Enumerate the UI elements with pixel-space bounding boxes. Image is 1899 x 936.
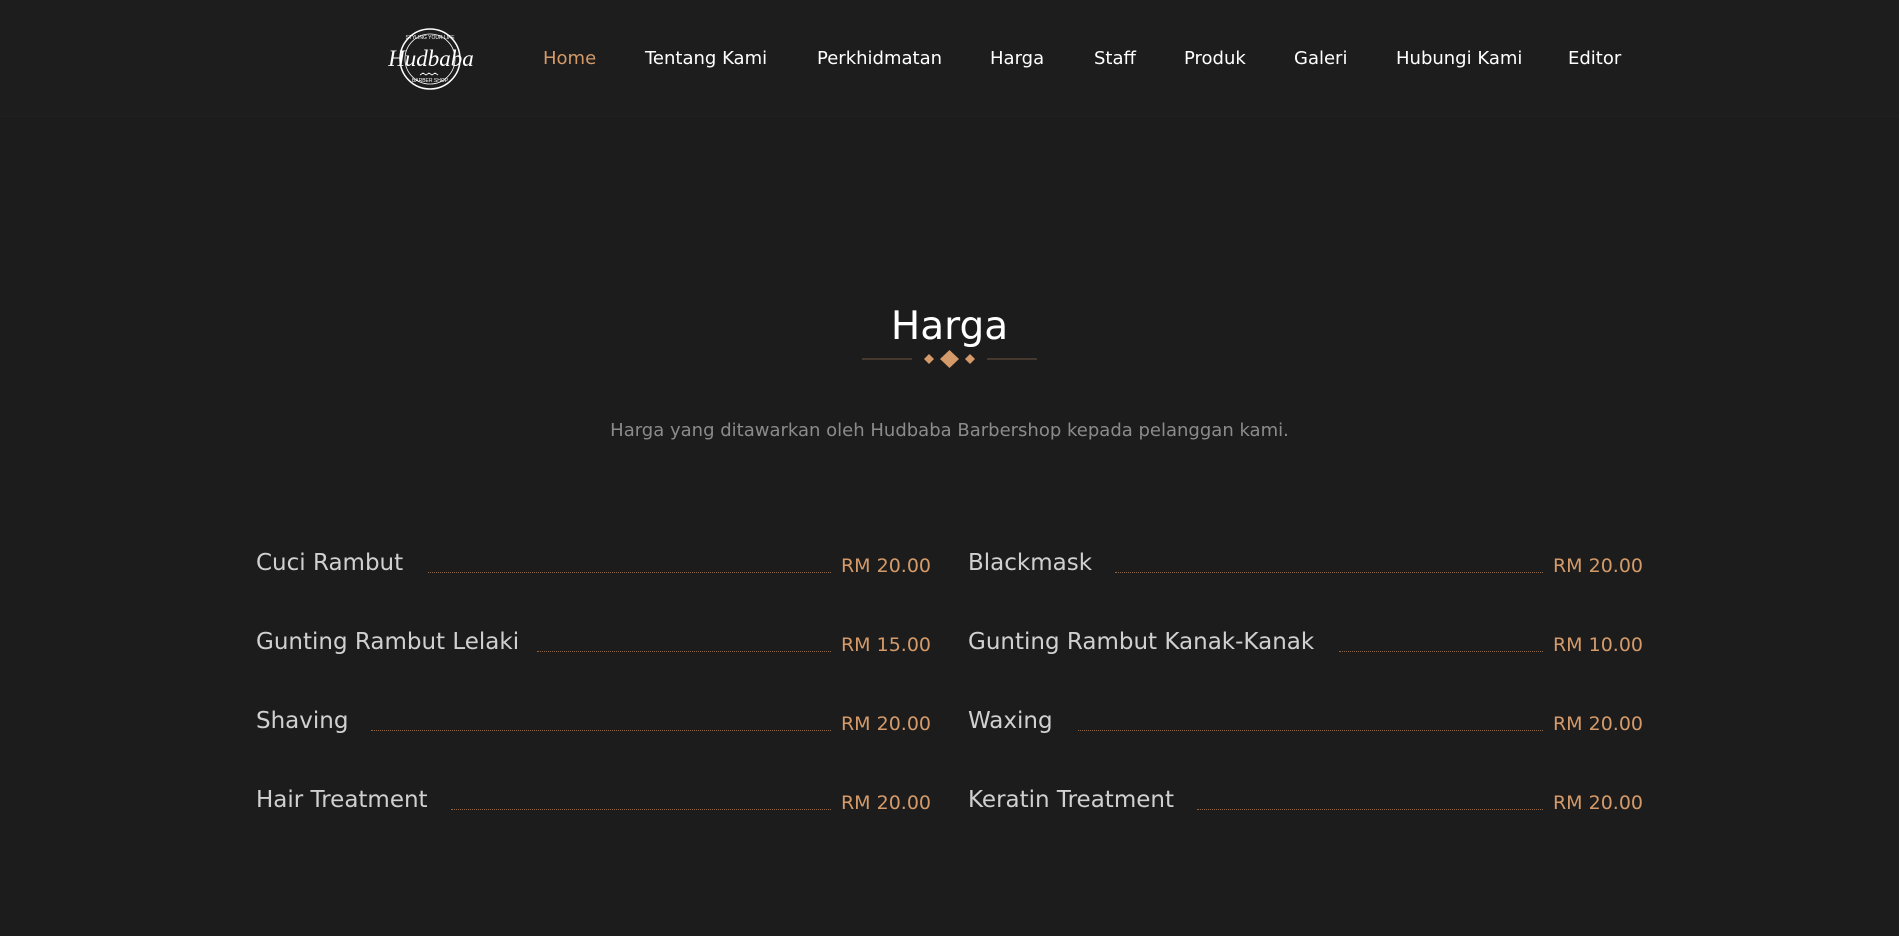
price-value: RM 20.00 [840,713,931,735]
price-value: RM 20.00 [840,555,931,577]
price-item-shaving: Shaving RM 20.00 [256,706,931,738]
logo-top-text: STYLING YOUR LIFE [405,35,455,41]
nav-item-galeri[interactable]: Galeri [1294,47,1347,71]
price-leader-line [1339,651,1543,652]
nav-item-tentang-kami[interactable]: Tentang Kami [645,47,767,71]
logo-bottom-text: BARBER SHOP [412,78,449,84]
price-name: Hair Treatment [256,787,428,813]
price-leader-line [1078,730,1543,731]
price-name: Waxing [968,708,1053,734]
main-navigation: Home Tentang Kami Perkhidmatan Harga Sta… [0,47,1899,71]
nav-item-harga[interactable]: Harga [990,47,1044,71]
diamond-divider-icon [862,350,1037,368]
price-item-gunting-rambut-lelaki: Gunting Rambut Lelaki RM 15.00 [256,627,931,659]
price-name: Gunting Rambut Lelaki [256,629,520,655]
price-item-cuci-rambut: Cuci Rambut RM 20.00 [256,548,931,580]
nav-item-home[interactable]: Home [543,47,596,71]
price-item-hair-treatment: Hair Treatment RM 20.00 [256,785,931,817]
nav-item-staff[interactable]: Staff [1094,47,1136,71]
price-value: RM 15.00 [840,634,931,656]
price-value: RM 20.00 [1552,792,1643,814]
section-title: Harga [890,304,1009,349]
nav-item-produk[interactable]: Produk [1184,47,1246,71]
price-value: RM 20.00 [1552,713,1643,735]
nav-item-hubungi-kami[interactable]: Hubungi Kami [1396,47,1522,71]
price-item-gunting-rambut-kanak-kanak: Gunting Rambut Kanak-Kanak RM 10.00 [968,627,1643,659]
price-item-blackmask: Blackmask RM 20.00 [968,548,1643,580]
price-leader-line [537,651,831,652]
price-value: RM 20.00 [1552,555,1643,577]
price-item-waxing: Waxing RM 20.00 [968,706,1643,738]
price-leader-line [371,730,831,731]
price-name: Keratin Treatment [968,787,1174,813]
price-leader-line [451,809,831,810]
section-subtitle: Harga yang ditawarkan oleh Hudbaba Barbe… [610,420,1289,441]
price-leader-line [1197,809,1543,810]
price-item-keratin-treatment: Keratin Treatment RM 20.00 [968,785,1643,817]
price-name: Blackmask [968,550,1093,576]
price-name: Shaving [256,708,349,734]
nav-item-perkhidmatan[interactable]: Perkhidmatan [817,47,942,71]
navbar: STYLING YOUR LIFE Hudbaba BARBER SHOP Ho… [0,0,1899,117]
price-leader-line [1115,572,1543,573]
nav-item-editor[interactable]: Editor [1568,47,1621,71]
price-name: Gunting Rambut Kanak-Kanak [968,629,1315,655]
price-name: Cuci Rambut [256,550,404,576]
price-leader-line [428,572,831,573]
price-value: RM 10.00 [1552,634,1643,656]
price-value: RM 20.00 [840,792,931,814]
